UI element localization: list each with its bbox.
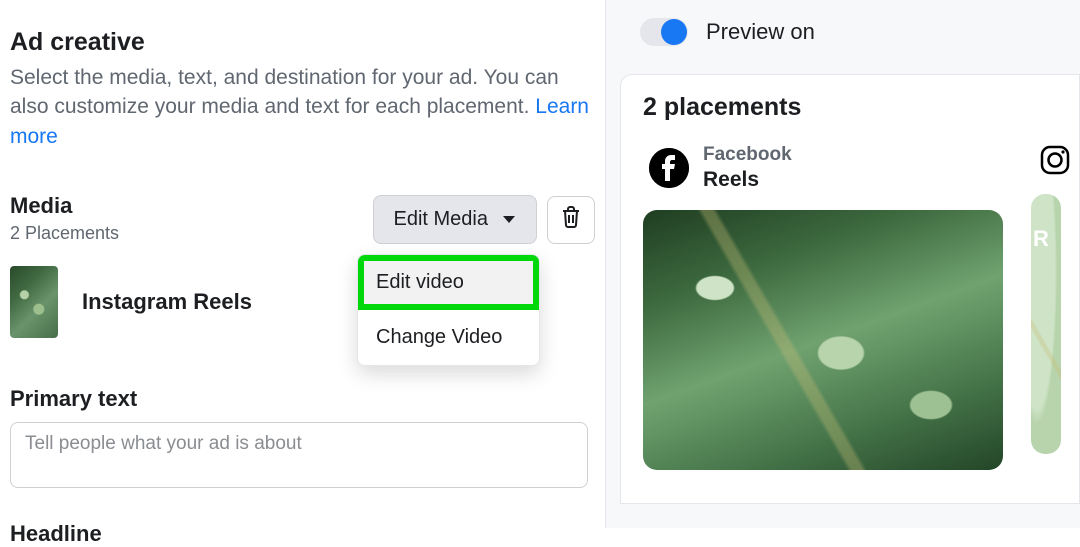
placement-preview-tile[interactable] (643, 210, 1003, 470)
headline-section: Headline (10, 521, 595, 547)
placement-card-instagram[interactable]: R (1031, 144, 1071, 470)
primary-text-input[interactable] (10, 422, 588, 488)
placements-title: 2 placements (643, 93, 1079, 122)
media-thumbnail[interactable] (10, 266, 58, 338)
primary-text-label: Primary text (10, 386, 588, 412)
placement-card-facebook[interactable]: Facebook Reels (643, 144, 1003, 470)
edit-media-menu: Edit video Change Video (357, 254, 540, 366)
preview-toggle-row: Preview on (606, 18, 1080, 46)
placement-preview-tile[interactable]: R (1031, 194, 1061, 454)
placement-format-label-partial: R (1033, 226, 1049, 252)
instagram-icon (1039, 144, 1071, 176)
placement-platform-label: Facebook (703, 144, 792, 166)
primary-text-section: Primary text (10, 386, 588, 493)
delete-media-button[interactable] (547, 196, 595, 244)
preview-toggle[interactable] (640, 18, 688, 46)
ad-creative-title: Ad creative (10, 28, 595, 57)
media-placements-count: 2 Placements (10, 223, 119, 244)
ad-creative-description: Select the media, text, and destination … (10, 63, 595, 151)
facebook-icon (649, 148, 689, 188)
toggle-knob (661, 19, 687, 45)
ad-creative-section: Ad creative Select the media, text, and … (10, 28, 595, 151)
placements-card: 2 placements Facebook Reels (620, 74, 1080, 504)
edit-media-label: Edit Media (394, 208, 489, 231)
preview-toggle-label: Preview on (706, 19, 815, 45)
caret-down-icon (502, 208, 516, 231)
media-item-label: Instagram Reels (82, 289, 252, 315)
headline-label: Headline (10, 521, 595, 547)
menu-item-change-video[interactable]: Change Video (358, 310, 539, 365)
media-label: Media (10, 193, 119, 219)
edit-media-button[interactable]: Edit Media (373, 195, 538, 244)
menu-item-edit-video[interactable]: Edit video (358, 255, 539, 310)
ad-creative-description-text: Select the media, text, and destination … (10, 66, 559, 118)
trash-icon (560, 205, 582, 234)
placement-format-label: Reels (703, 168, 792, 192)
